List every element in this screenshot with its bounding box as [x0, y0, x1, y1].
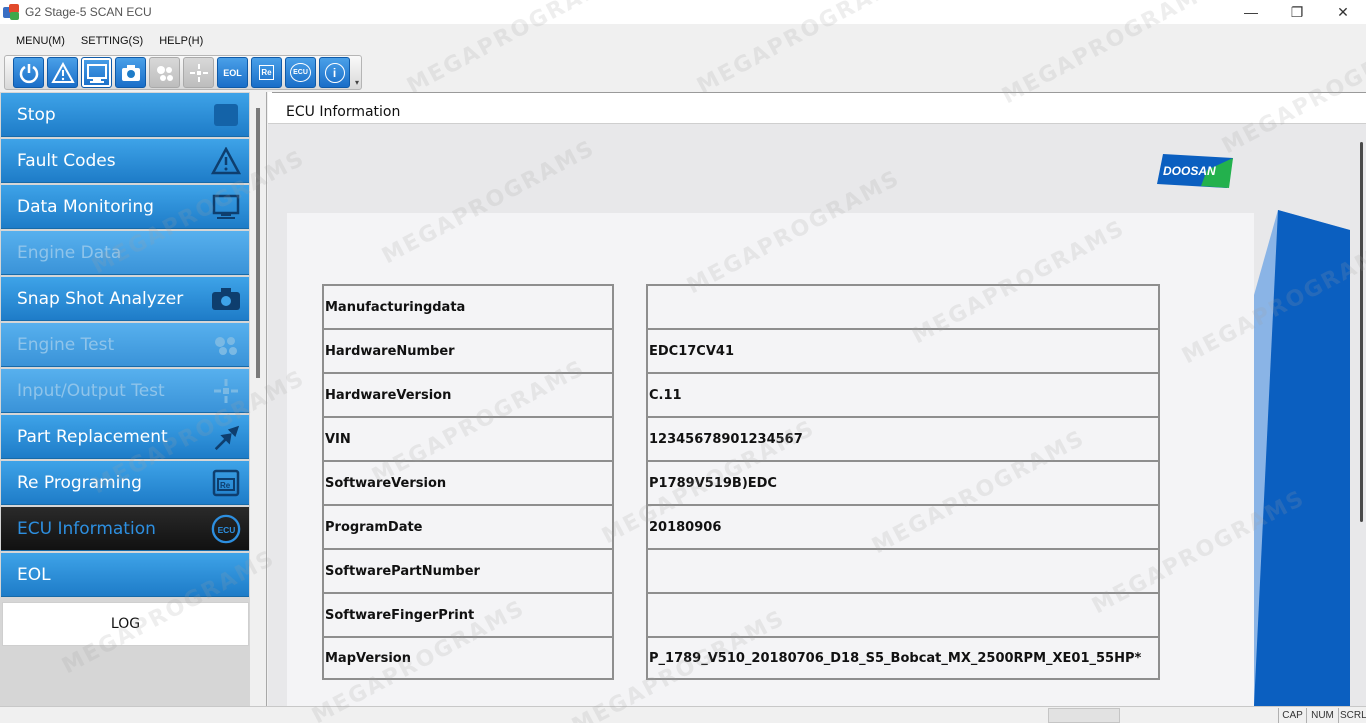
- vertical-scrollbar[interactable]: [1356, 132, 1366, 706]
- swap-icon: [211, 422, 241, 452]
- snapshot-button[interactable]: [115, 57, 146, 88]
- sidebar-item-fault-codes[interactable]: Fault Codes: [1, 139, 249, 183]
- sidebar-item-engine-data[interactable]: Engine Data: [1, 231, 249, 275]
- sidebar-item-label: Input/Output Test: [17, 380, 165, 401]
- sidebar-item-eol[interactable]: EOL: [1, 553, 249, 597]
- monitor-icon: [86, 63, 107, 83]
- io-icon: [189, 63, 208, 82]
- status-bar: CAP NUM SCRL: [0, 706, 1366, 723]
- eol-button[interactable]: EOL: [217, 57, 248, 88]
- row-key: HardwareNumber: [322, 328, 614, 372]
- sidebar: Stop Fault Codes Data Monitoring Engine …: [0, 92, 250, 706]
- sidebar-item-label: Re Programing: [17, 472, 142, 493]
- sidebar-item-label: Snap Shot Analyzer: [17, 288, 184, 309]
- minimize-button[interactable]: —: [1228, 0, 1274, 24]
- scrollbar-thumb[interactable]: [1360, 142, 1363, 522]
- data-monitoring-button[interactable]: [81, 57, 112, 88]
- sidebar-item-label: ECU Information: [17, 518, 156, 539]
- warning-icon: [211, 146, 241, 176]
- sidebar-item-label: Engine Data: [17, 242, 122, 263]
- camera-icon: [121, 64, 140, 81]
- stop-icon: [211, 100, 241, 130]
- toolbar-grip-icon[interactable]: ▾: [355, 78, 359, 87]
- logo-text: DOOSAN: [1163, 164, 1216, 178]
- sidebar-item-ecu-information[interactable]: ECU Information ECU: [1, 507, 249, 551]
- engine-test-button[interactable]: [149, 57, 180, 88]
- doosan-logo: DOOSAN: [1157, 154, 1233, 188]
- menu-bar: MENU(M) SETTING(S) HELP(H): [0, 30, 211, 52]
- main-panel: ECU Information DOOSAN Manufacturingdata…: [268, 92, 1366, 706]
- status-empty-box: [1048, 708, 1120, 723]
- menu-main[interactable]: MENU(M): [8, 35, 73, 47]
- reprogram-icon: Re: [259, 65, 274, 80]
- sidebar-item-snap-shot-analyzer[interactable]: Snap Shot Analyzer: [1, 277, 249, 321]
- row-value: C.11: [646, 372, 1160, 416]
- row-value: 12345678901234567: [646, 416, 1160, 460]
- row-value: [646, 592, 1160, 636]
- sidebar-item-data-monitoring[interactable]: Data Monitoring: [1, 185, 249, 229]
- svg-text:ECU: ECU: [218, 524, 236, 534]
- ecu-icon: ECU: [211, 514, 241, 544]
- ecu-button[interactable]: ECU: [285, 57, 316, 88]
- fault-codes-button[interactable]: [47, 57, 78, 88]
- reprogram-button[interactable]: Re: [251, 57, 282, 88]
- row-value: 20180906: [646, 504, 1160, 548]
- sidebar-item-part-replacement[interactable]: Part Replacement: [1, 415, 249, 459]
- splitter-line: [266, 92, 267, 706]
- sidebar-item-label: Fault Codes: [17, 150, 116, 171]
- row-key: ProgramDate: [322, 504, 614, 548]
- camera-icon: [211, 284, 241, 314]
- reprogram-icon: Re: [211, 468, 241, 498]
- window-title: G2 Stage-5 SCAN ECU: [25, 5, 152, 19]
- ecu-icon: ECU: [290, 63, 311, 82]
- row-key: Manufacturingdata: [322, 284, 614, 328]
- menu-setting[interactable]: SETTING(S): [73, 35, 151, 47]
- menu-help[interactable]: HELP(H): [151, 35, 211, 47]
- row-key: VIN: [322, 416, 614, 460]
- row-key: HardwareVersion: [322, 372, 614, 416]
- row-value: P1789V519B)EDC: [646, 460, 1160, 504]
- scroll-indicator: SCRL: [1338, 708, 1366, 723]
- engine-icon: [211, 330, 241, 360]
- sidebar-item-label: Engine Test: [17, 334, 115, 355]
- row-value: P_1789_V510_20180706_D18_S5_Bobcat_MX_25…: [646, 636, 1160, 680]
- sidebar-item-re-programing[interactable]: Re Programing Re: [1, 461, 249, 505]
- row-key: SoftwareFingerPrint: [322, 592, 614, 636]
- info-button[interactable]: i: [319, 57, 350, 88]
- num-indicator: NUM: [1306, 708, 1338, 723]
- engine-icon: [156, 65, 173, 81]
- sidebar-item-label: Data Monitoring: [17, 196, 154, 217]
- maximize-button[interactable]: ❐: [1274, 0, 1320, 24]
- sidebar-item-label: Part Replacement: [17, 426, 168, 447]
- toolbar: EOL Re ECU i ▾: [4, 55, 362, 90]
- row-value: [646, 284, 1160, 328]
- sidebar-item-input-output-test[interactable]: Input/Output Test: [1, 369, 249, 413]
- row-value: [646, 548, 1160, 592]
- monitor-icon: [211, 192, 241, 222]
- row-key: MapVersion: [322, 636, 614, 680]
- row-key: SoftwarePartNumber: [322, 548, 614, 592]
- sidebar-item-label: Stop: [17, 104, 56, 125]
- sidebar-item-label: EOL: [17, 564, 51, 585]
- caps-indicator: CAP: [1278, 708, 1306, 723]
- eol-icon: EOL: [223, 67, 242, 78]
- io-icon: [211, 376, 241, 406]
- warning-icon: [50, 61, 75, 83]
- log-button[interactable]: LOG: [2, 602, 249, 646]
- row-key: SoftwareVersion: [322, 460, 614, 504]
- sidebar-item-engine-test[interactable]: Engine Test: [1, 323, 249, 367]
- app-icon: [3, 4, 19, 20]
- ecu-info-panel: Manufacturingdata HardwareNumber EDC17CV…: [287, 213, 1254, 706]
- window-controls: — ❐ ✕: [1228, 0, 1366, 24]
- splitter-handle[interactable]: [256, 108, 260, 378]
- info-icon: i: [324, 62, 345, 83]
- title-bar: G2 Stage-5 SCAN ECU — ❐ ✕: [0, 0, 1366, 24]
- row-value: EDC17CV41: [646, 328, 1160, 372]
- svg-text:Re: Re: [220, 481, 231, 490]
- close-button[interactable]: ✕: [1320, 0, 1366, 24]
- sidebar-item-stop[interactable]: Stop: [1, 93, 249, 137]
- power-button[interactable]: [13, 57, 44, 88]
- power-icon: [19, 63, 38, 83]
- io-test-button[interactable]: [183, 57, 214, 88]
